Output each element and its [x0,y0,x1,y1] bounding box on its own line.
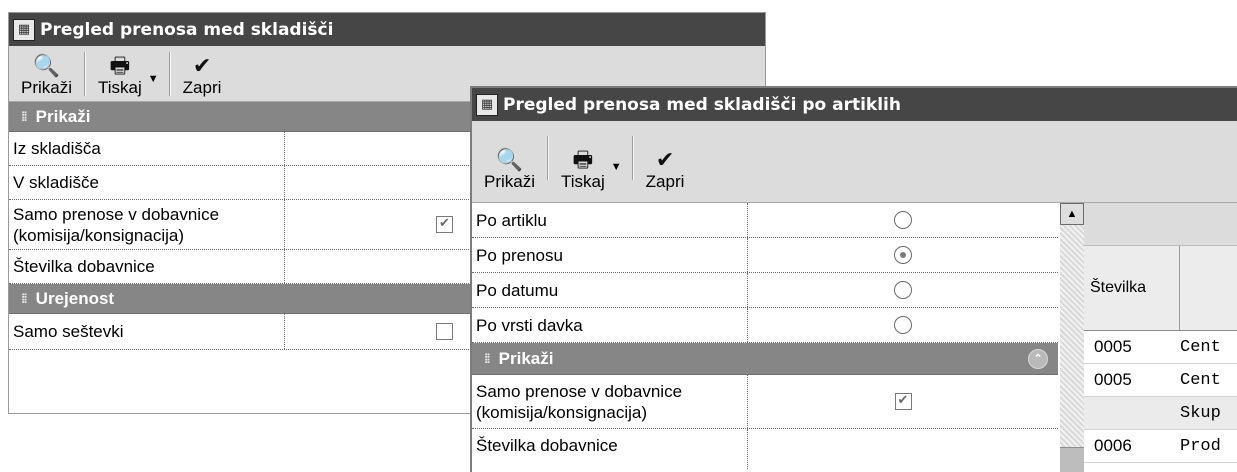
section-title: Urejenost [35,288,115,308]
option-label: Po artiklu [472,203,748,237]
transfers-only-cell [285,200,465,249]
show-button[interactable]: 🔍 Prikaži [472,121,547,202]
option-row-by-tax-type: Po vrsti davka [472,308,1058,343]
option-row-by-article: Po artiklu [472,203,1058,238]
table-row-total[interactable]: Skup [1084,397,1237,430]
transfers-only-cell [748,375,1058,428]
option-row-by-transfer: Po prenosu [472,238,1058,273]
show-button-label: Prikaži [21,78,73,97]
scroll-thumb[interactable] [1060,447,1084,472]
transfers-only-checkbox[interactable] [894,392,912,410]
by-tax-type-radio[interactable] [894,316,912,334]
table-row[interactable]: 0005 Cent [1084,331,1237,364]
cell-number: 0005 [1094,370,1132,389]
property-row-transfers-only: Samo prenose v dobavnice (komisija/konsi… [472,375,1058,429]
grid-group-band [1084,203,1237,246]
property-row-delivery-number: Številka dobavnice [472,429,1058,469]
grid-header: Številka [1084,246,1237,331]
window-title: Pregled prenosa med skladišči po artikli… [503,94,901,115]
property-label: Številka dobavnice [472,429,748,469]
close-button[interactable]: ✔ Zapri [634,121,697,202]
property-label: V skladišče [9,166,285,199]
window-title: Pregled prenosa med skladišči [40,19,334,40]
column-header-number[interactable]: Številka [1084,246,1180,330]
option-radio-cell [748,203,1058,237]
grip-icon: ⁞⁞ [21,109,28,124]
option-radio-cell [748,238,1058,272]
table-row[interactable]: 0005 Cent [1084,364,1237,397]
property-label: Samo prenose v dobavnice (komisija/konsi… [9,200,285,249]
printer-icon: 🖶 [572,147,594,172]
vertical-scrollbar[interactable]: ▲ [1060,203,1084,472]
by-article-radio[interactable] [894,211,912,229]
table-row[interactable]: 0006 Prod [1084,430,1237,463]
preview-magnifier-icon: 🔍 [32,53,61,78]
property-label-line: (komisija/konsignacija) [476,402,648,422]
property-label: Samo prenose v dobavnice (komisija/konsi… [472,375,748,428]
section-show-header[interactable]: ⁞⁞ Prikaži ⌃ [472,343,1058,375]
delivery-number-field[interactable] [285,250,465,283]
from-warehouse-field[interactable] [285,132,465,165]
cell-number: 0005 [1094,337,1132,356]
delivery-number-field[interactable] [748,429,1058,469]
property-label: Iz skladišča [9,132,285,165]
cell-text: Prod [1180,436,1221,456]
cell-text: Cent [1180,337,1221,357]
cell-text: Skup [1180,403,1221,423]
section-title: Prikaži [35,106,91,126]
printer-icon: 🖶 [109,53,131,78]
option-radio-cell [748,308,1058,342]
property-label-line: Samo prenose v dobavnice [13,204,220,224]
results-grid: Številka 0005 Cent 0005 Cent Skup 0006 P… [1084,203,1237,472]
app-window-icon: ▦ [476,93,498,116]
print-dropdown-arrow[interactable]: ▼ [148,73,159,85]
grip-icon: ⁞⁞ [484,351,491,366]
close-button-label: Zapri [645,172,685,191]
totals-only-cell [285,314,465,349]
by-date-radio[interactable] [894,281,912,299]
grip-icon: ⁞⁞ [21,291,28,306]
cell-text: Cent [1180,370,1221,390]
option-label: Po vrsti davka [472,308,748,342]
print-button-label: Tiskaj [98,78,142,97]
preview-magnifier-icon: 🔍 [495,147,524,172]
property-label: Številka dobavnice [9,250,285,283]
show-button-label: Prikaži [484,172,536,191]
print-dropdown-arrow[interactable]: ▼ [611,161,622,173]
app-window-icon: ▦ [13,18,35,41]
checkmark-icon: ✔ [655,147,675,172]
chevron-double-up-icon[interactable]: ⌃ [1028,348,1048,369]
property-label-line: (komisija/konsignacija) [13,225,185,245]
property-label: Samo seštevki [9,314,285,349]
to-warehouse-field[interactable] [285,166,465,199]
column-header-name[interactable] [1180,246,1237,330]
totals-only-checkbox[interactable] [436,323,453,340]
close-button-label: Zapri [182,78,222,97]
scroll-up-arrow-icon[interactable]: ▲ [1060,203,1084,225]
options-panel: Po artiklu Po prenosu Po datumu Po vrsti… [472,203,1058,469]
print-button-label: Tiskaj [561,172,605,191]
show-button[interactable]: 🔍 Prikaži [9,46,84,101]
option-radio-cell [748,273,1058,307]
option-label: Po prenosu [472,238,748,272]
print-button[interactable]: 🖶 Tiskaj [86,46,154,101]
window-titlebar[interactable]: ▦ Pregled prenosa med skladišči [9,13,765,46]
toolbar: 🔍 Prikaži 🖶 Tiskaj ▼ ✔ Zapri [472,121,1237,203]
by-transfer-radio[interactable] [894,246,912,264]
window-titlebar[interactable]: ▦ Pregled prenosa med skladišči po artik… [472,88,1237,121]
cell-number: 0006 [1094,436,1132,455]
transfer-by-article-window: ▦ Pregled prenosa med skladišči po artik… [470,86,1237,472]
transfers-only-checkbox[interactable] [436,215,453,233]
close-button[interactable]: ✔ Zapri [171,46,234,101]
option-row-by-date: Po datumu [472,273,1058,308]
checkmark-icon: ✔ [192,53,212,78]
print-button[interactable]: 🖶 Tiskaj [549,121,617,202]
property-label-line: Samo prenose v dobavnice [476,381,683,401]
section-title: Prikaži [498,348,554,368]
option-label: Po datumu [472,273,748,307]
